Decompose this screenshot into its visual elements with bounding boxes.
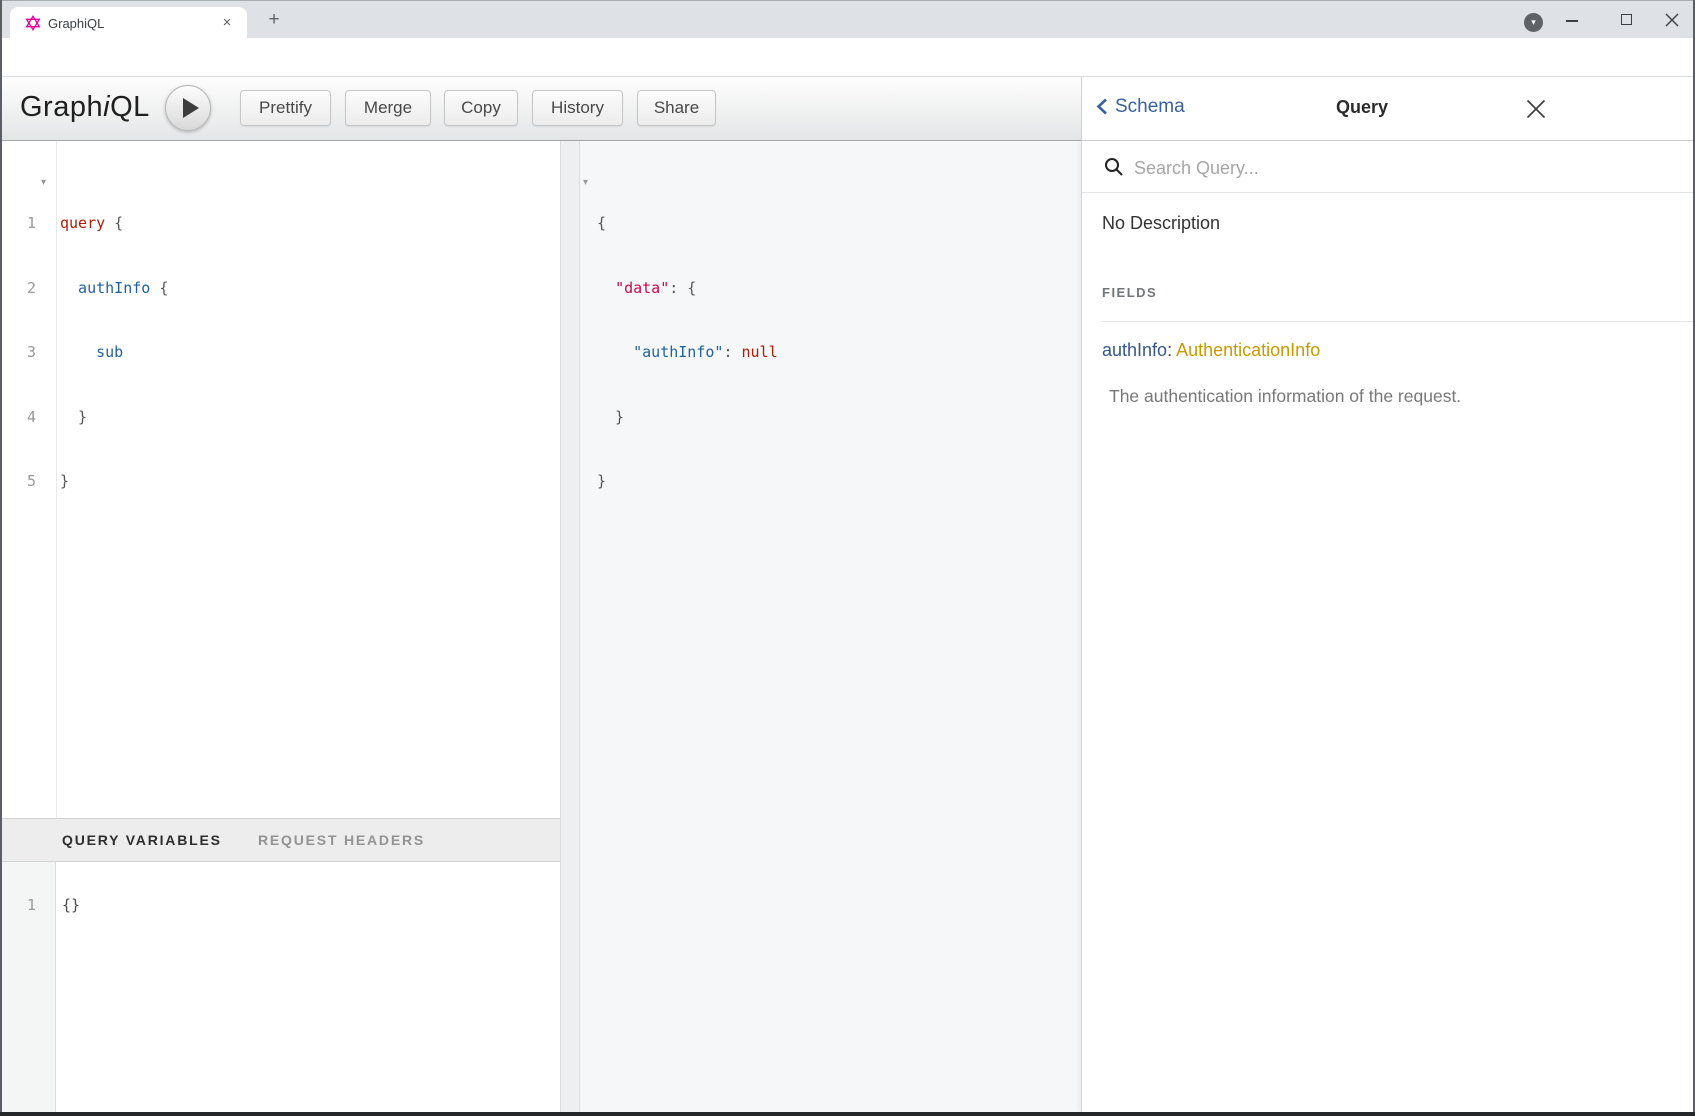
code-token: }: [597, 408, 624, 426]
share-button[interactable]: Share: [637, 90, 716, 126]
query-code[interactable]: query { authInfo { sub } }: [60, 170, 168, 536]
docs-fields-header: FIELDS: [1102, 285, 1157, 300]
tab-request-headers[interactable]: REQUEST HEADERS: [258, 832, 425, 848]
line-number: 1: [0, 213, 36, 235]
result-code: { "data": { "authInfo": null } }: [597, 170, 778, 536]
tab-search-button[interactable]: ▾: [1524, 13, 1543, 32]
gutter-divider: [56, 141, 57, 818]
code-line: }: [597, 407, 778, 429]
graphiql-logo: GraphiQL: [20, 91, 150, 124]
code-token: [597, 343, 633, 361]
address-bar: ← → ↻ ⓘ localhost:3000/graphql ☆ uO P: [0, 38, 1695, 77]
code-line: {: [597, 213, 778, 235]
window-close-button[interactable]: [1664, 12, 1680, 28]
docs-search-input[interactable]: [1132, 151, 1616, 185]
docs-close-button[interactable]: [1525, 98, 1547, 120]
docs-field-row: authInfo: AuthenticationInfo: [1102, 340, 1320, 361]
code-token: [597, 279, 615, 297]
field-description: The authentication information of the re…: [1109, 386, 1461, 407]
code-token: null: [742, 343, 778, 361]
close-icon: [1525, 98, 1547, 120]
code-line: }: [60, 471, 168, 493]
code-token: "authInfo": [633, 343, 723, 361]
browser-tab[interactable]: GraphiQL ×: [10, 7, 247, 39]
search-icon: [1104, 157, 1124, 182]
docs-panel: No Description FIELDS authInfo: Authenti…: [1081, 141, 1695, 1112]
code-line: authInfo {: [60, 278, 168, 300]
code-token: authInfo: [60, 279, 150, 297]
code-token: }: [597, 472, 606, 490]
code-line: sub: [60, 342, 168, 364]
line-numbers: 1 2 3 4 5: [0, 170, 36, 536]
fold-arrow-icon[interactable]: ▾: [41, 172, 46, 194]
tab-query-variables[interactable]: QUERY VARIABLES: [62, 832, 222, 848]
docs-no-description: No Description: [1102, 213, 1220, 234]
play-icon: [183, 98, 199, 118]
merge-button[interactable]: Merge: [345, 90, 431, 126]
code-line: }: [60, 407, 168, 429]
tab-strip: GraphiQL × + ▾: [0, 0, 1695, 38]
code-line: }: [597, 471, 778, 493]
line-number: 2: [0, 278, 36, 300]
code-token: }: [60, 472, 69, 490]
fold-arrow-icon[interactable]: ▾: [583, 172, 588, 194]
docs-divider: [1102, 321, 1695, 322]
variables-code[interactable]: {}: [62, 895, 80, 917]
window-frame-edge: [0, 1112, 1695, 1116]
history-button[interactable]: History: [532, 90, 623, 126]
copy-button[interactable]: Copy: [444, 90, 518, 126]
code-line: query {: [60, 213, 168, 235]
docs-back-label: Schema: [1115, 96, 1185, 117]
line-number: 3: [0, 342, 36, 364]
code-line: "data": {: [597, 278, 778, 300]
execute-button[interactable]: [165, 85, 211, 131]
tab-close-icon[interactable]: ×: [217, 13, 237, 33]
result-viewer: ▾ { "data": { "authInfo": null } }: [580, 141, 1081, 1112]
new-tab-button[interactable]: +: [262, 8, 286, 32]
code-token: }: [60, 408, 87, 426]
graphiql-favicon: [25, 15, 41, 31]
maximize-button[interactable]: [1621, 14, 1632, 25]
line-number: 5: [0, 471, 36, 493]
line-number: 4: [0, 407, 36, 429]
chevron-left-icon: [1096, 98, 1108, 115]
docs-back-button[interactable]: Schema: [1096, 96, 1185, 118]
browser-window: GraphiQL × + ▾ ← → ↻ ⓘ localhost:3000/gr…: [0, 0, 1695, 1116]
field-colon: :: [1167, 340, 1172, 360]
field-name-link[interactable]: authInfo: [1102, 340, 1167, 360]
docs-search-row: [1082, 141, 1695, 193]
code-token: query: [60, 214, 105, 232]
code-token: {: [105, 214, 123, 232]
variables-editor[interactable]: 1 {}: [0, 862, 560, 1112]
code-token: "data": [615, 279, 669, 297]
tab-title: GraphiQL: [48, 16, 104, 31]
prettify-button[interactable]: Prettify: [240, 90, 331, 126]
line-number: 1: [0, 895, 36, 917]
variables-title-bar: QUERY VARIABLES REQUEST HEADERS: [0, 818, 560, 862]
code-token: {: [150, 279, 168, 297]
code-token: : {: [669, 279, 696, 297]
code-token: {: [597, 214, 606, 232]
code-token: :: [723, 343, 741, 361]
window-frame-edge: [0, 0, 2, 1116]
code-line: "authInfo": null: [597, 342, 778, 364]
minimize-button[interactable]: [1566, 20, 1578, 22]
code-token: sub: [60, 343, 123, 361]
pane-resize-divider[interactable]: [560, 141, 580, 1112]
docs-header: Query Schema: [1081, 77, 1695, 141]
query-editor[interactable]: 1 2 3 4 5 ▾ query { authInfo { sub } }: [0, 141, 560, 818]
field-type-link[interactable]: AuthenticationInfo: [1176, 340, 1320, 360]
